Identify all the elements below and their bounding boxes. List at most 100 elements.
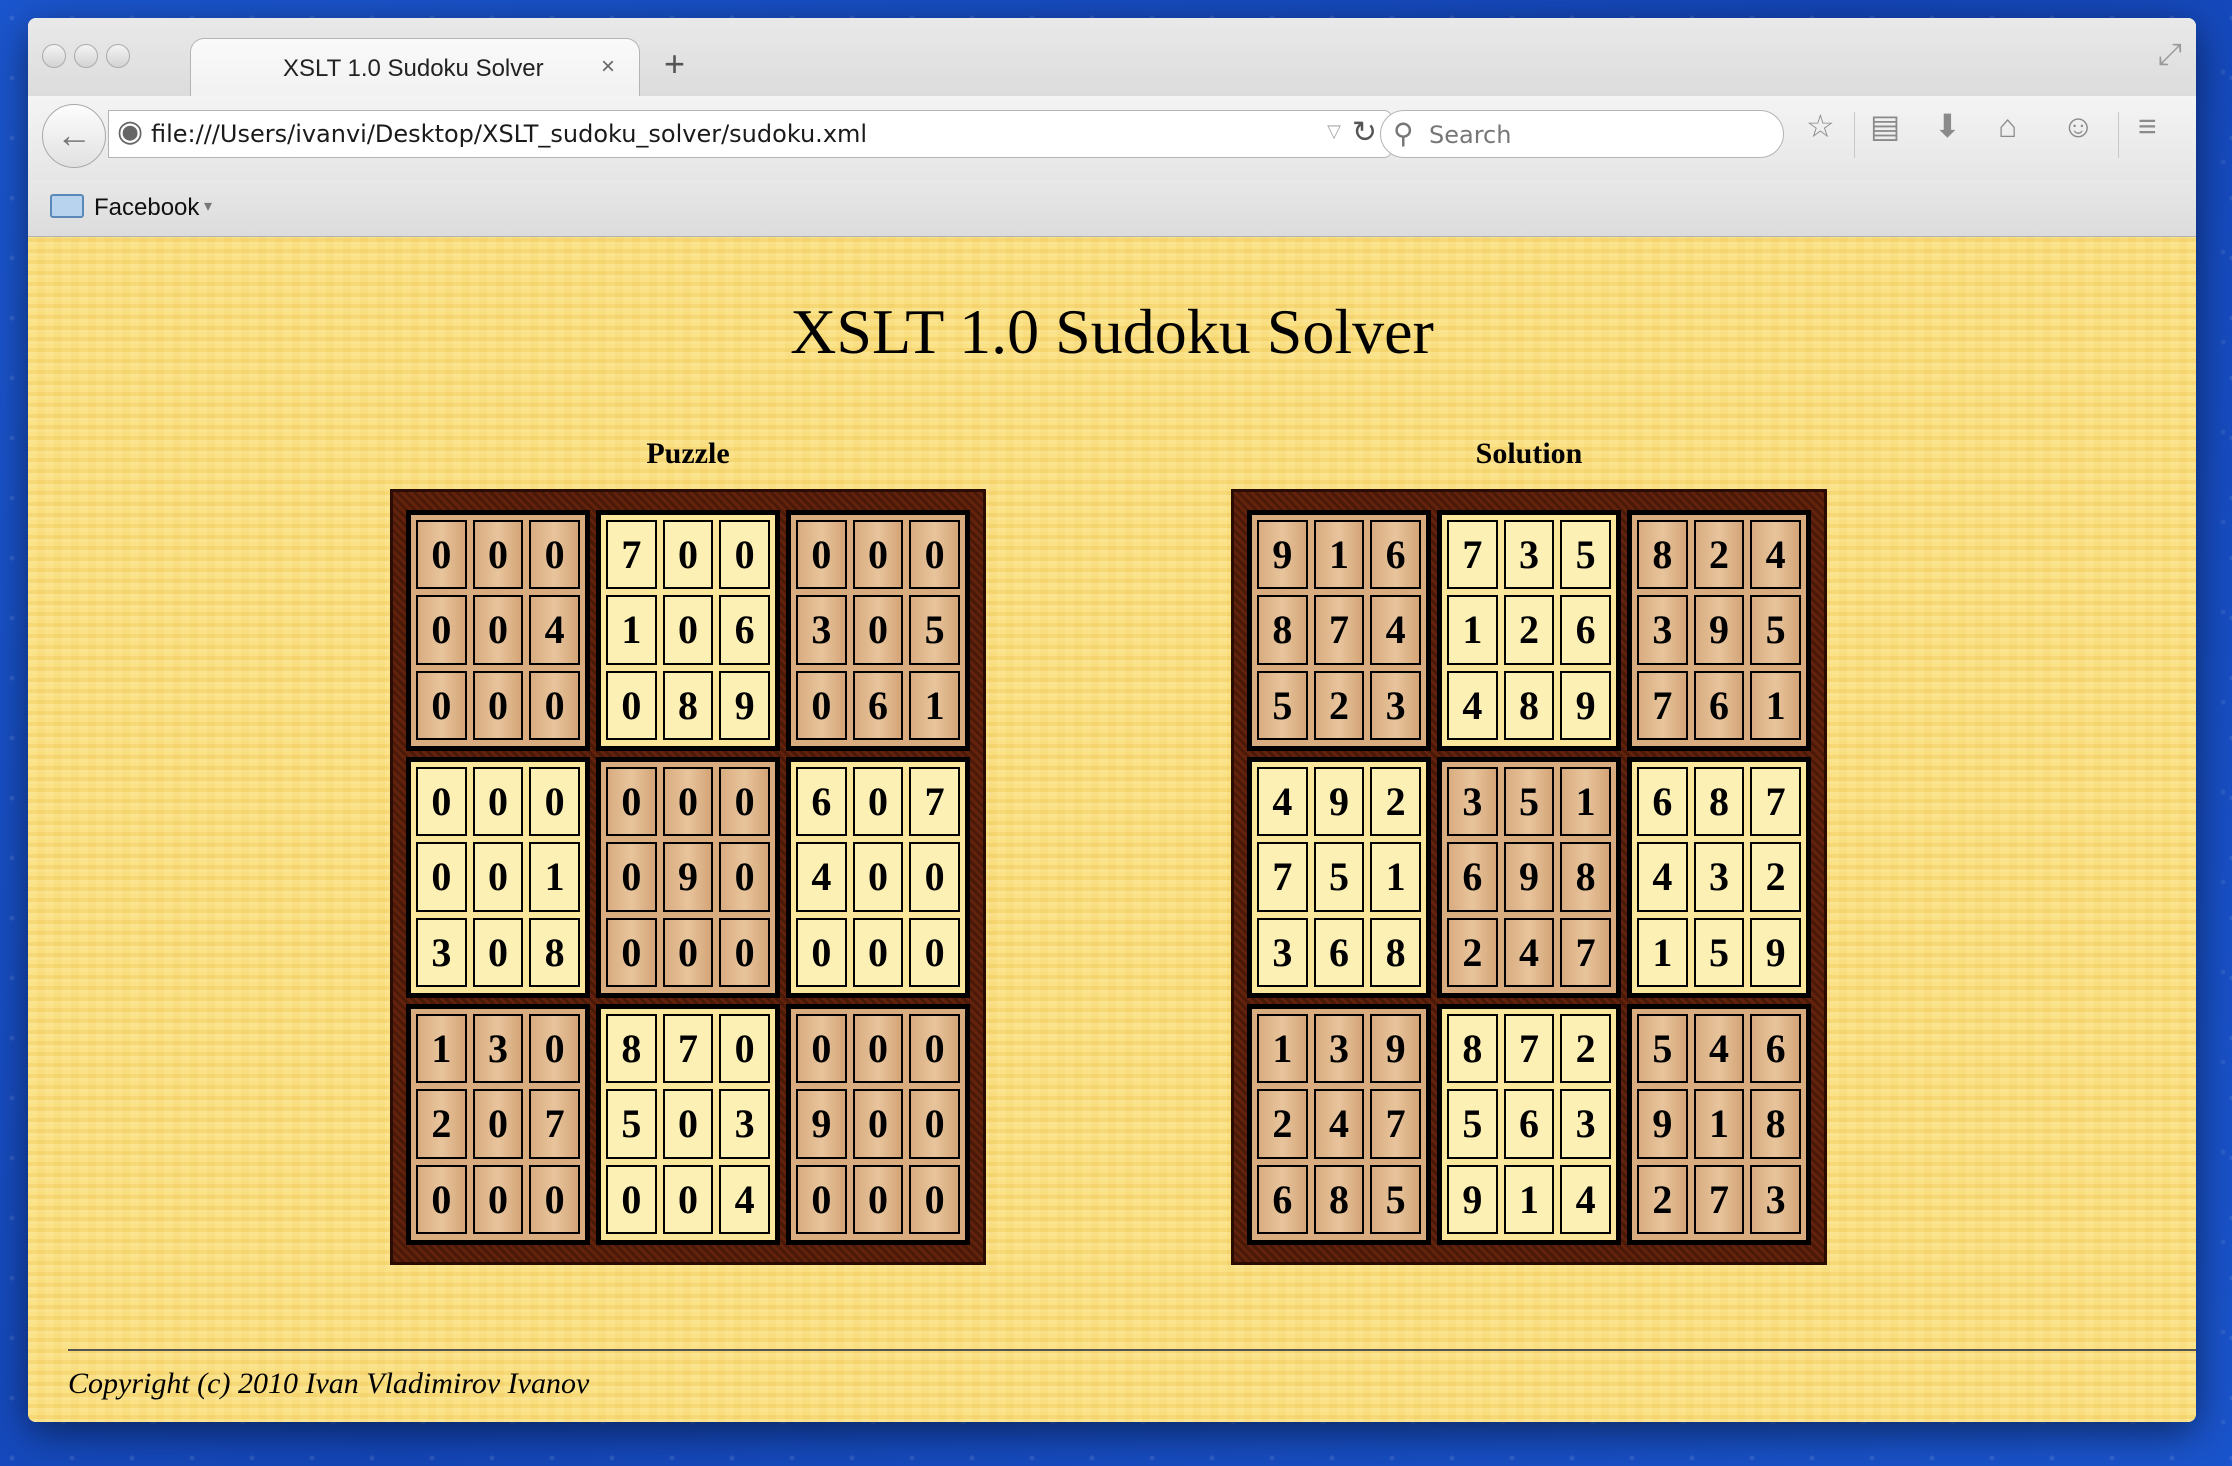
home-icon[interactable]: ⌂ bbox=[1998, 110, 2017, 142]
puzzle-box: 000900000 bbox=[786, 1003, 970, 1245]
solution-cell: 5 bbox=[1693, 917, 1745, 988]
solution-cell: 2 bbox=[1503, 595, 1555, 665]
solution-cell: 4 bbox=[1637, 842, 1688, 912]
puzzle-cell: 9 bbox=[662, 842, 714, 912]
puzzle-cell: 0 bbox=[852, 1089, 904, 1159]
search-icon: ⚲ bbox=[1393, 118, 1414, 149]
puzzle-cell: 0 bbox=[909, 1013, 960, 1084]
puzzle-cell: 0 bbox=[909, 917, 960, 988]
puzzle-cell: 7 bbox=[909, 766, 960, 837]
solution-cell: 9 bbox=[1503, 842, 1555, 912]
reload-icon[interactable]: ↻ bbox=[1352, 115, 1377, 150]
solution-cell: 9 bbox=[1637, 1089, 1688, 1159]
solution-cell: 6 bbox=[1637, 766, 1688, 837]
puzzle-grid: 0000040007001060890003050610000013080000… bbox=[390, 489, 986, 1265]
puzzle-cell: 0 bbox=[416, 1164, 467, 1235]
puzzle-cell: 0 bbox=[472, 766, 524, 837]
puzzle-cell: 1 bbox=[529, 842, 580, 912]
puzzle-cell: 0 bbox=[416, 766, 467, 837]
menu-icon[interactable]: ≡ bbox=[2138, 110, 2157, 142]
solution-cell: 7 bbox=[1693, 1164, 1745, 1235]
solution-box: 872563914 bbox=[1437, 1003, 1621, 1245]
solution-cell: 7 bbox=[1560, 917, 1611, 988]
back-button[interactable]: ← bbox=[42, 104, 106, 168]
downloads-icon[interactable]: ⬇ bbox=[1934, 110, 1961, 142]
solution-box: 824395761 bbox=[1627, 509, 1811, 751]
solution-cell: 8 bbox=[1750, 1089, 1801, 1159]
solution-cell: 4 bbox=[1257, 766, 1308, 837]
chevron-down-icon[interactable]: ▾ bbox=[204, 196, 212, 216]
solution-cell: 9 bbox=[1313, 766, 1365, 837]
puzzle-cell: 0 bbox=[852, 917, 904, 988]
solution-cell: 6 bbox=[1750, 1013, 1801, 1084]
solution-cell: 4 bbox=[1693, 1013, 1745, 1084]
puzzle-cell: 0 bbox=[606, 842, 657, 912]
puzzle-cell: 0 bbox=[852, 595, 904, 665]
puzzle-box: 000001308 bbox=[406, 756, 590, 998]
puzzle-cell: 0 bbox=[529, 670, 580, 741]
solution-cell: 7 bbox=[1370, 1089, 1421, 1159]
puzzle-cell: 4 bbox=[719, 1164, 770, 1235]
history-dropdown-icon[interactable]: ▽ bbox=[1327, 121, 1341, 142]
url-bar[interactable]: ◉ file:///Users/ivanvi/Desktop/XSLT_sudo… bbox=[108, 110, 1392, 158]
puzzle-cell: 4 bbox=[796, 842, 847, 912]
puzzle-cell: 0 bbox=[416, 595, 467, 665]
puzzle-cell: 5 bbox=[909, 595, 960, 665]
solution-cell: 5 bbox=[1750, 595, 1801, 665]
solution-cell: 1 bbox=[1503, 1164, 1555, 1235]
zoom-window-button[interactable] bbox=[106, 44, 130, 68]
solution-cell: 5 bbox=[1370, 1164, 1421, 1235]
puzzle-cell: 0 bbox=[909, 1089, 960, 1159]
puzzle-cell: 0 bbox=[852, 766, 904, 837]
close-window-button[interactable] bbox=[42, 44, 66, 68]
puzzle-cell: 0 bbox=[852, 842, 904, 912]
solution-cell: 1 bbox=[1693, 1089, 1745, 1159]
tab-close-icon[interactable]: × bbox=[601, 53, 615, 81]
fullscreen-icon[interactable]: ⤢ bbox=[2158, 38, 2182, 72]
puzzle-cell: 0 bbox=[529, 1013, 580, 1084]
solution-cell: 9 bbox=[1750, 917, 1801, 988]
footer-divider bbox=[68, 1349, 2196, 1351]
solution-cell: 4 bbox=[1560, 1164, 1611, 1235]
solution-cell: 6 bbox=[1257, 1164, 1308, 1235]
solution-box: 492751368 bbox=[1247, 756, 1431, 998]
puzzle-cell: 1 bbox=[416, 1013, 467, 1084]
solution-cell: 6 bbox=[1447, 842, 1498, 912]
puzzle-cell: 0 bbox=[472, 595, 524, 665]
minimize-window-button[interactable] bbox=[74, 44, 98, 68]
solution-box: 687432159 bbox=[1627, 756, 1811, 998]
puzzle-cell: 0 bbox=[662, 766, 714, 837]
puzzle-cell: 0 bbox=[719, 766, 770, 837]
solution-cell: 5 bbox=[1637, 1013, 1688, 1084]
search-input[interactable]: ⚲ Search bbox=[1380, 110, 1784, 158]
solution-box: 351698247 bbox=[1437, 756, 1621, 998]
solution-cell: 5 bbox=[1560, 519, 1611, 590]
tab-sudoku[interactable]: XSLT 1.0 Sudoku Solver × bbox=[190, 38, 640, 98]
url-text[interactable]: file:///Users/ivanvi/Desktop/XSLT_sudoku… bbox=[151, 120, 867, 148]
solution-cell: 1 bbox=[1257, 1013, 1308, 1084]
bookmark-folder-facebook[interactable]: Facebook bbox=[94, 194, 199, 222]
solution-cell: 2 bbox=[1257, 1089, 1308, 1159]
globe-icon: ◉ bbox=[117, 115, 144, 148]
puzzle-box: 000004000 bbox=[406, 509, 590, 751]
tab-title: XSLT 1.0 Sudoku Solver bbox=[283, 55, 544, 82]
solution-cell: 5 bbox=[1313, 842, 1365, 912]
puzzle-cell: 0 bbox=[719, 519, 770, 590]
puzzle-cell: 0 bbox=[719, 1013, 770, 1084]
puzzle-label: Puzzle bbox=[646, 437, 730, 470]
solution-cell: 3 bbox=[1750, 1164, 1801, 1235]
puzzle-cell: 0 bbox=[796, 670, 847, 741]
bookmark-star-icon[interactable]: ☆ bbox=[1806, 110, 1835, 142]
solution-cell: 4 bbox=[1370, 595, 1421, 665]
new-tab-button[interactable]: + bbox=[664, 46, 685, 82]
toolbar-separator bbox=[1854, 112, 1855, 158]
bookmarks-menu-icon[interactable]: ▤ bbox=[1870, 110, 1900, 142]
solution-cell: 3 bbox=[1693, 842, 1745, 912]
puzzle-cell: 0 bbox=[662, 917, 714, 988]
puzzle-cell: 0 bbox=[796, 1013, 847, 1084]
solution-cell: 7 bbox=[1313, 595, 1365, 665]
chat-icon[interactable]: ☺ bbox=[2062, 110, 2095, 142]
solution-cell: 8 bbox=[1503, 670, 1555, 741]
solution-cell: 1 bbox=[1447, 595, 1498, 665]
solution-cell: 2 bbox=[1447, 917, 1498, 988]
